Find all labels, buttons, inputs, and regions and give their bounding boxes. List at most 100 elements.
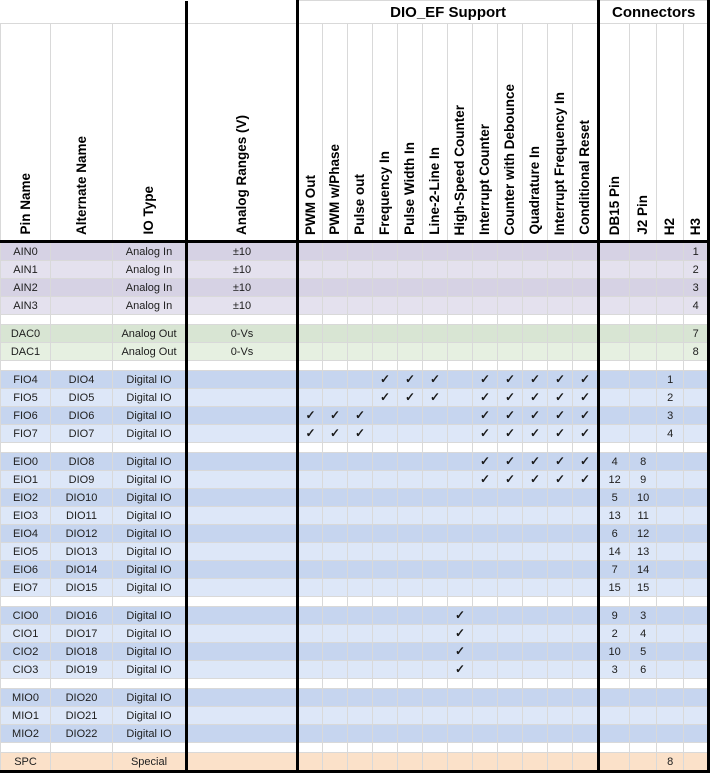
cell-dio-ef-4: [397, 624, 423, 643]
cell-dio-ef-7: ✓: [472, 406, 498, 425]
cell-pin-name: AIN2: [0, 278, 51, 297]
spacer-cell: [422, 742, 448, 753]
cell-pin-name: CIO0: [0, 606, 51, 625]
cell-io-type: Digital IO: [112, 388, 187, 407]
cell-dio-ef-6: [447, 278, 473, 297]
cell-dio-ef-3: [372, 624, 398, 643]
spacer-cell: [497, 596, 523, 607]
cell-alternate-name: DIO17: [50, 624, 113, 643]
spacer-cell: [112, 596, 187, 607]
cell-dio-ef-10: [547, 524, 573, 543]
check-icon: ✓: [454, 662, 466, 676]
cell-dio-ef-3: [372, 488, 398, 507]
cell-dio-ef-2: [347, 688, 373, 707]
spacer-row: [0, 314, 710, 325]
spacer-cell: [185, 442, 298, 453]
cell-dio-ef-4: [397, 406, 423, 425]
cell-dio-ef-10: [547, 660, 573, 679]
cell-dio-ef-6: [447, 724, 473, 743]
cell-dio-ef-7: [472, 278, 498, 297]
pinout-table-sheet: DIO_EF Support Connectors Pin Name Alternat…: [0, 0, 710, 773]
cell-dio-ef-1: [322, 660, 348, 679]
cell-dio-ef-1: [322, 241, 348, 261]
spacer-cell: [397, 742, 423, 753]
spacer-cell: [185, 596, 298, 607]
spacer-cell: [597, 314, 631, 325]
cell-dio-ef-1: [322, 606, 348, 625]
cell-connector-1: 9: [629, 470, 658, 489]
spacer-cell: [656, 596, 685, 607]
cell-dio-ef-8: [497, 488, 523, 507]
banner-connectors: Connectors: [597, 0, 710, 24]
header-dio-ef-6: High-Speed Counter: [447, 23, 473, 243]
check-icon: ✓: [479, 372, 491, 386]
table-row: FIO7 DIO7 Digital IO ✓ ✓ ✓ ✓ ✓ ✓ ✓ ✓ 4: [0, 424, 710, 443]
table-row: FIO4 DIO4 Digital IO ✓ ✓ ✓ ✓ ✓ ✓ ✓ ✓ 1: [0, 370, 710, 389]
cell-dio-ef-4: [397, 260, 423, 279]
cell-dio-ef-0: ✓: [296, 406, 323, 425]
cell-connector-1: [629, 296, 658, 315]
cell-dio-ef-0: [296, 342, 323, 361]
cell-connector-0: 7: [597, 560, 631, 579]
cell-connector-2: [656, 624, 685, 643]
cell-dio-ef-6: ✓: [447, 642, 473, 661]
cell-io-type: Digital IO: [112, 560, 187, 579]
table-row: EIO4 DIO12 Digital IO 6 12: [0, 524, 710, 543]
cell-io-type: Digital IO: [112, 506, 187, 525]
cell-dio-ef-6: [447, 388, 473, 407]
cell-pin-name: EIO1: [0, 470, 51, 489]
cell-io-type: Digital IO: [112, 488, 187, 507]
cell-analog-range: ±10: [185, 260, 298, 279]
header-connector-label-2: H2: [662, 217, 678, 235]
cell-connector-2: [656, 452, 685, 471]
cell-alternate-name: [50, 278, 113, 297]
cell-dio-ef-6: [447, 296, 473, 315]
cell-dio-ef-8: [497, 278, 523, 297]
cell-dio-ef-6: [447, 424, 473, 443]
cell-analog-range: [185, 370, 298, 389]
cell-dio-ef-7: [472, 624, 498, 643]
spacer-cell: [472, 678, 498, 689]
cell-dio-ef-2: ✓: [347, 424, 373, 443]
cell-dio-ef-3: [372, 524, 398, 543]
spacer-row: [0, 742, 710, 753]
spacer-cell: [547, 360, 573, 371]
cell-dio-ef-8: ✓: [497, 470, 523, 489]
cell-dio-ef-7: [472, 688, 498, 707]
check-icon: ✓: [429, 390, 441, 404]
cell-connector-2: 3: [656, 406, 685, 425]
cell-dio-ef-3: [372, 642, 398, 661]
cell-connector-2: [656, 241, 685, 261]
table-row: DAC1 Analog Out 0-Vs 8: [0, 342, 710, 361]
cell-pin-name: AIN0: [0, 241, 51, 261]
cell-pin-name: AIN3: [0, 296, 51, 315]
cell-alternate-name: DIO19: [50, 660, 113, 679]
cell-dio-ef-3: [372, 424, 398, 443]
cell-dio-ef-10: [547, 296, 573, 315]
cell-connector-1: [629, 260, 658, 279]
cell-connector-0: [597, 724, 631, 743]
check-icon: ✓: [404, 390, 416, 404]
cell-io-type: Digital IO: [112, 452, 187, 471]
header-connector-label-1: J2 Pin: [635, 195, 651, 235]
cell-dio-ef-11: [571, 606, 600, 625]
cell-analog-range: [185, 706, 298, 725]
cell-dio-ef-8: [497, 324, 523, 343]
cell-dio-ef-1: [322, 278, 348, 297]
spacer-row: [0, 596, 710, 607]
table-row: AIN1 Analog In ±10 2: [0, 260, 710, 279]
cell-connector-3: [683, 488, 710, 507]
cell-dio-ef-6: ✓: [447, 660, 473, 679]
cell-dio-ef-9: [522, 506, 548, 525]
cell-dio-ef-1: [322, 470, 348, 489]
cell-dio-ef-10: ✓: [547, 452, 573, 471]
cell-dio-ef-1: ✓: [322, 406, 348, 425]
cell-connector-3: [683, 724, 710, 743]
cell-dio-ef-8: [497, 624, 523, 643]
cell-io-type: Digital IO: [112, 578, 187, 597]
cell-analog-range: 0-Vs: [185, 342, 298, 361]
spacer-cell: [683, 596, 710, 607]
cell-dio-ef-0: [296, 624, 323, 643]
cell-dio-ef-0: [296, 296, 323, 315]
cell-analog-range: [185, 752, 298, 773]
